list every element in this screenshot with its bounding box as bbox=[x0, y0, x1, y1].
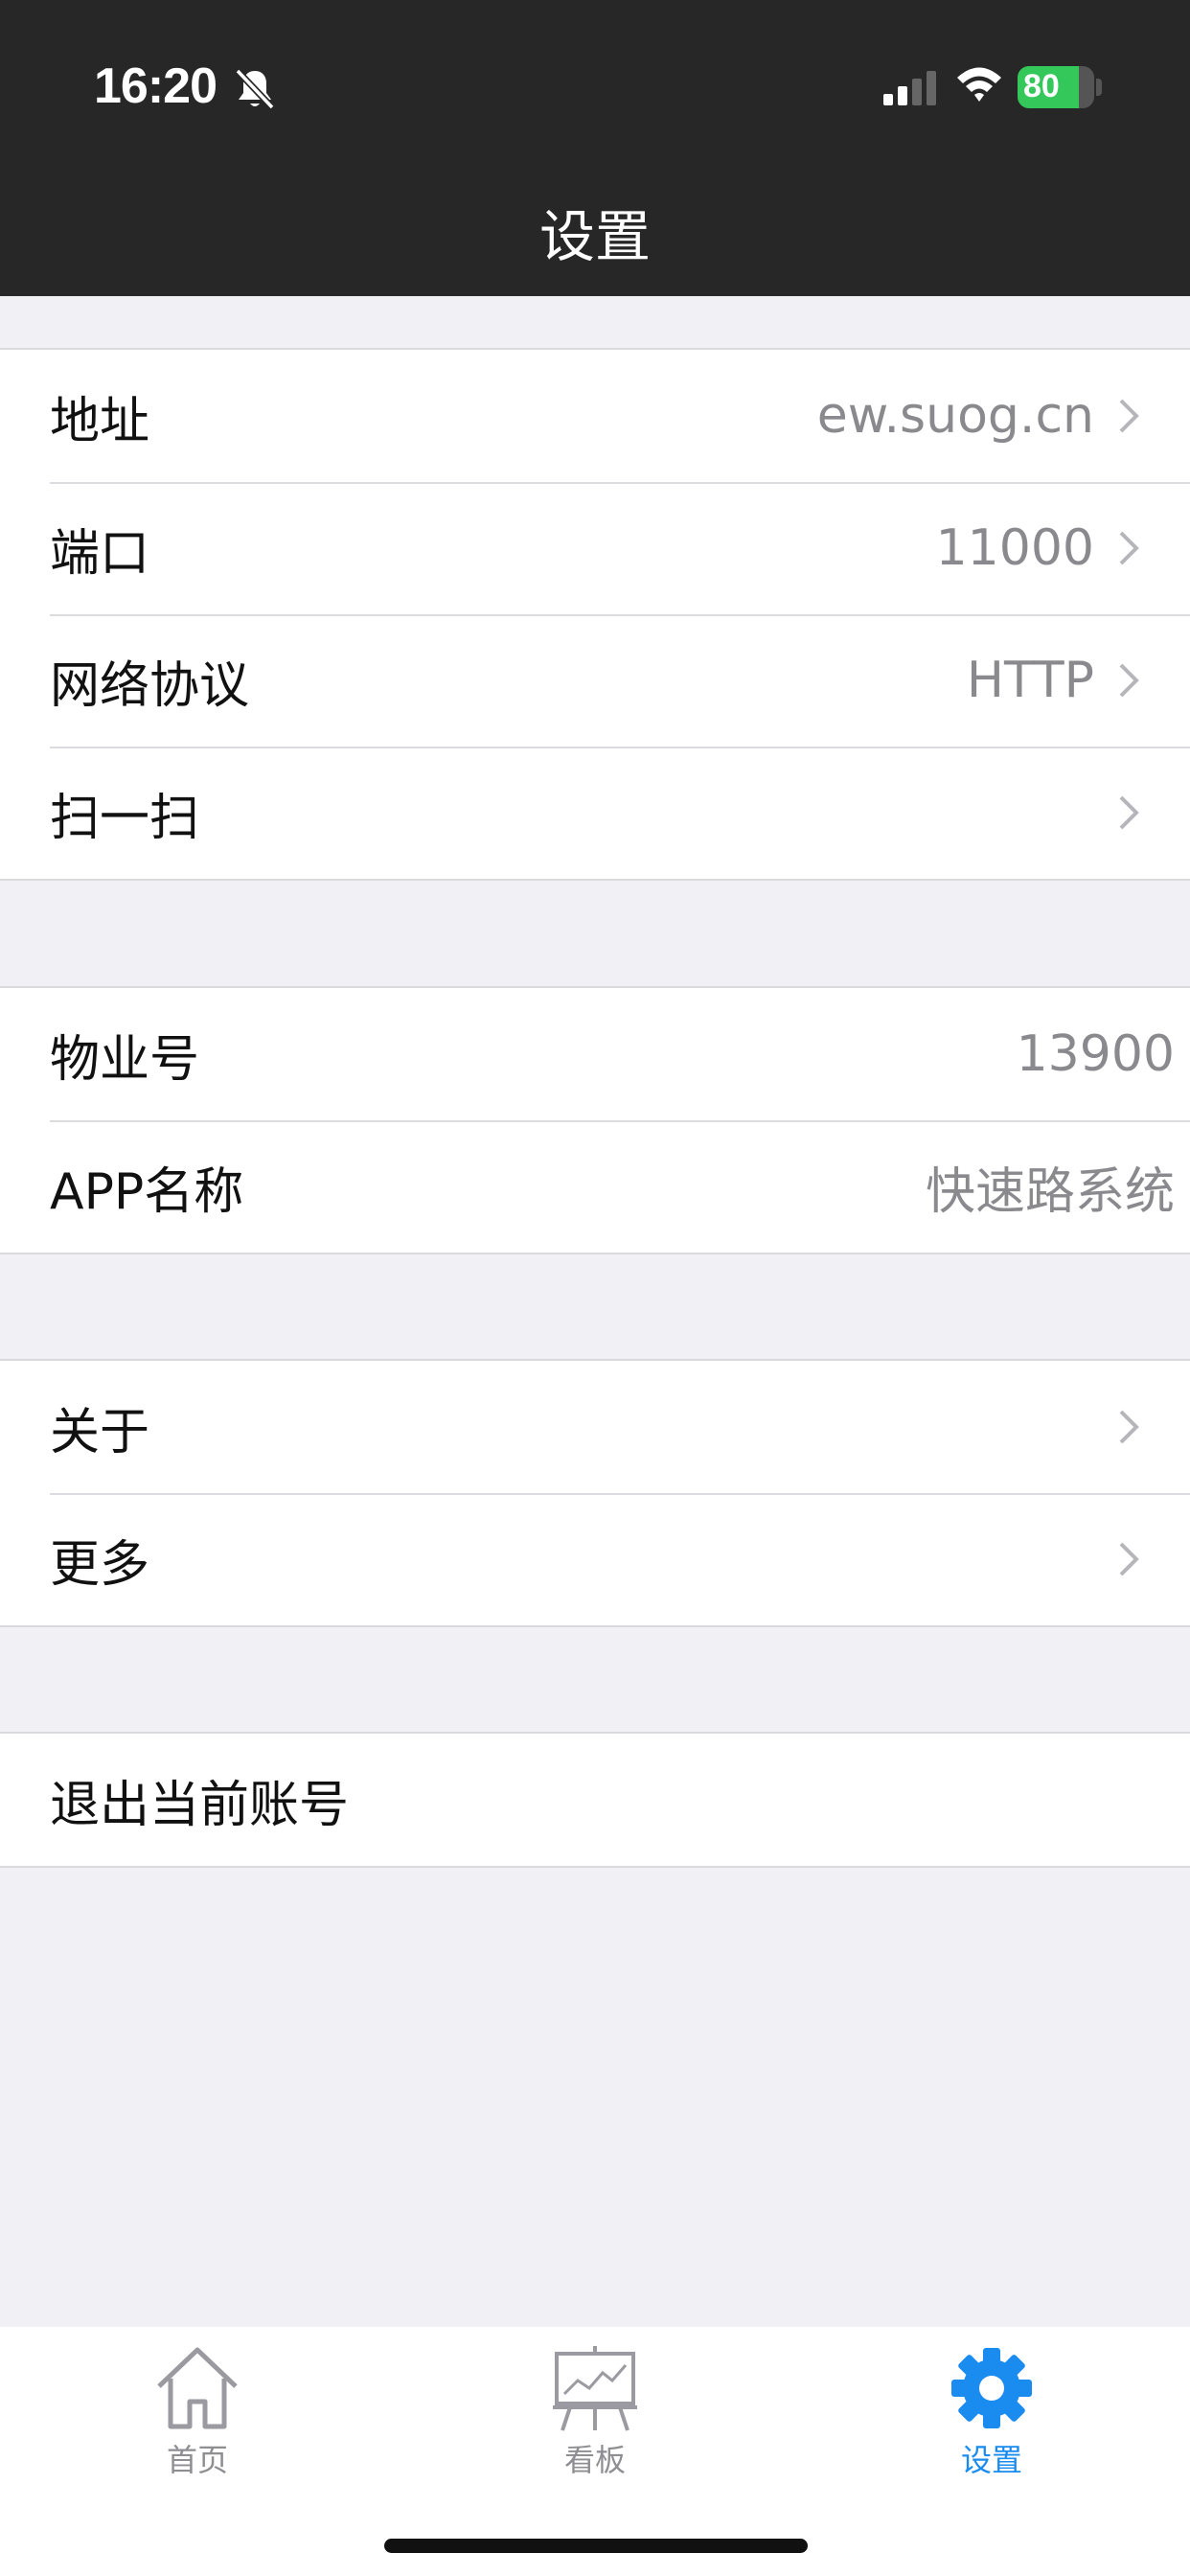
app-info-group: 物业号 13900 APP名称 快速路系统 bbox=[0, 986, 1190, 1254]
scan-label: 扫一扫 bbox=[50, 789, 200, 847]
page-title: 设置 bbox=[538, 204, 651, 269]
gear-icon bbox=[951, 2348, 1032, 2428]
connection-settings-group: 地址 ew.suog.cn 端口 11000 网络协议 HTTP 扫一扫 bbox=[0, 348, 1190, 881]
port-label: 端口 bbox=[50, 524, 150, 583]
port-value: 11000 bbox=[935, 519, 1094, 577]
chevron-right-icon bbox=[1119, 663, 1139, 698]
top-bar: 16:20 80 设置 bbox=[0, 0, 1190, 296]
chevron-right-icon bbox=[1119, 399, 1139, 433]
tab-board-label: 看板 bbox=[563, 2442, 626, 2478]
tab-home[interactable]: 首页 bbox=[102, 2344, 293, 2480]
home-indicator bbox=[384, 2539, 808, 2553]
protocol-value: HTTP bbox=[966, 652, 1094, 709]
about-label: 关于 bbox=[50, 1403, 150, 1461]
account-group: 退出当前账号 bbox=[0, 1732, 1190, 1868]
chevron-right-icon bbox=[1119, 1542, 1139, 1576]
property-number-row: 物业号 13900 bbox=[0, 988, 1190, 1120]
more-label: 更多 bbox=[50, 1535, 150, 1594]
wifi-icon bbox=[957, 67, 1001, 102]
tab-settings[interactable]: 设置 bbox=[896, 2344, 1087, 2480]
battery-percentage: 80 bbox=[1023, 68, 1060, 104]
logout-button[interactable]: 退出当前账号 bbox=[0, 1734, 1190, 1866]
app-name-label: APP名称 bbox=[50, 1162, 244, 1221]
cellular-signal-icon bbox=[883, 71, 936, 105]
more-row[interactable]: 更多 bbox=[0, 1493, 1190, 1625]
chevron-right-icon bbox=[1119, 1410, 1139, 1444]
property-number-value: 13900 bbox=[1016, 1025, 1175, 1083]
logout-label: 退出当前账号 bbox=[50, 1776, 350, 1834]
scan-row[interactable]: 扫一扫 bbox=[0, 747, 1190, 879]
tab-settings-label: 设置 bbox=[960, 2442, 1022, 2478]
battery-cap bbox=[1096, 79, 1102, 96]
battery-indicator: 80 bbox=[1018, 66, 1094, 108]
port-row[interactable]: 端口 11000 bbox=[0, 482, 1190, 614]
tab-board[interactable]: 看板 bbox=[499, 2344, 691, 2480]
tab-home-label: 首页 bbox=[166, 2442, 228, 2478]
app-name-row: APP名称 快速路系统 bbox=[0, 1120, 1190, 1253]
chevron-right-icon bbox=[1119, 795, 1139, 830]
misc-group: 关于 更多 bbox=[0, 1359, 1190, 1627]
status-time: 16:20 bbox=[94, 58, 217, 114]
protocol-label: 网络协议 bbox=[50, 656, 250, 715]
property-number-label: 物业号 bbox=[50, 1030, 200, 1089]
about-row[interactable]: 关于 bbox=[0, 1361, 1190, 1493]
protocol-row[interactable]: 网络协议 HTTP bbox=[0, 614, 1190, 747]
address-value: ew.suog.cn bbox=[816, 387, 1094, 445]
chevron-right-icon bbox=[1119, 531, 1139, 565]
board-icon bbox=[553, 2346, 637, 2431]
bell-mute-icon bbox=[235, 68, 275, 110]
address-label: 地址 bbox=[50, 392, 150, 450]
home-icon bbox=[157, 2347, 238, 2429]
app-name-value: 快速路系统 bbox=[925, 1162, 1175, 1221]
address-row[interactable]: 地址 ew.suog.cn bbox=[0, 350, 1190, 482]
